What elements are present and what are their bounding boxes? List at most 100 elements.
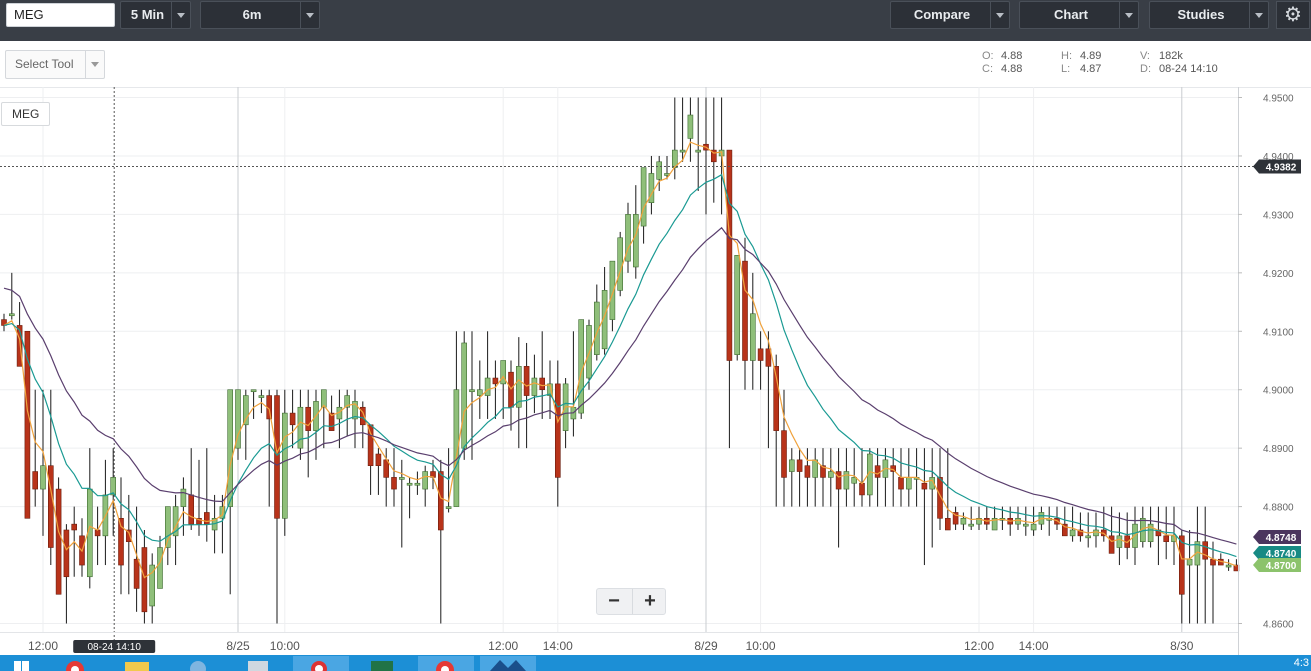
candle-up [250, 389, 257, 393]
candle-down [63, 529, 70, 578]
candle-up [531, 377, 538, 396]
volume-value: 182k [1159, 50, 1183, 62]
candle-down [921, 482, 928, 490]
price-tick-label: 4.9100 [1263, 327, 1294, 338]
system-clock: 4:3 [1293, 657, 1309, 669]
select-tool-label: Select Tool [15, 57, 74, 71]
close-label: C: [982, 63, 993, 75]
time-tick-label: 10:00 [746, 639, 776, 653]
close-value: 4.88 [1001, 63, 1023, 75]
zoom-out-button[interactable]: − [597, 589, 631, 614]
time-tick-label: 12:00 [964, 639, 994, 653]
candle-up [157, 547, 163, 589]
candle-down [1163, 535, 1169, 542]
crosshair-date-label: 08-24 14:10 [88, 642, 142, 653]
low-label: L: [1061, 63, 1071, 75]
chevron-down-icon [990, 2, 1009, 28]
time-tick-label: 8/30 [1170, 639, 1194, 653]
price-tick-label: 4.9300 [1263, 210, 1294, 221]
chrome-window-icon[interactable] [418, 656, 474, 671]
candle-up [687, 114, 694, 139]
candle-up [227, 389, 233, 507]
candle-up [640, 167, 647, 227]
paint-app-icon[interactable] [170, 656, 226, 671]
candle-up [1030, 523, 1037, 531]
chart-type-label: Chart [1054, 7, 1088, 22]
candle-up [297, 406, 304, 449]
select-tool-dropdown[interactable]: Select Tool [5, 50, 105, 79]
gear-icon[interactable]: ⚙ [1276, 1, 1310, 29]
candle-down [898, 477, 904, 490]
candle-down [874, 465, 881, 478]
candle-up [960, 517, 967, 525]
candle-up [827, 471, 834, 478]
high-value: 4.89 [1080, 50, 1102, 62]
candle-up [422, 471, 429, 490]
symbol-input[interactable]: MEG [6, 3, 115, 27]
candle-down [55, 488, 62, 595]
candle-down [859, 482, 865, 496]
zoom-controls: − + [596, 588, 666, 615]
candle-down [1108, 535, 1115, 554]
candle-down [71, 523, 77, 531]
candle-up [749, 313, 756, 361]
chart-grid [0, 87, 1238, 632]
windows-start-icon[interactable] [4, 656, 34, 671]
trading-app-icon[interactable] [480, 656, 536, 671]
price-tick-label: 4.9500 [1263, 94, 1294, 105]
candle-up [40, 465, 46, 490]
price-tick-label: 4.9200 [1263, 269, 1294, 280]
app-window-icon[interactable] [230, 656, 286, 671]
candle-down [796, 459, 803, 472]
price-tick-label: 4.8800 [1263, 503, 1294, 514]
range-label: 6m [242, 7, 262, 22]
compare-button[interactable]: Compare [890, 1, 1010, 29]
range-dropdown[interactable]: 6m [200, 1, 320, 29]
price-chart[interactable]: 4.95004.94004.93004.92004.91004.90004.89… [0, 87, 1311, 655]
time-tick-label: 12:00 [28, 639, 58, 653]
windows-taskbar: 4:3 [0, 655, 1311, 671]
opera-app-icon[interactable] [293, 656, 349, 671]
candle-down [141, 547, 148, 613]
candle-up [414, 482, 421, 486]
zoom-in-button[interactable]: + [632, 589, 667, 614]
chevron-down-icon [171, 2, 190, 28]
candle-down [133, 558, 140, 589]
candle-up [905, 477, 912, 490]
time-tick-label: 8/25 [226, 639, 250, 653]
chart-symbol-label[interactable]: MEG [1, 102, 51, 126]
time-axis: 12:00 8/25 10:00 12:00 14:00 8/29 10:00 12:00 14… [0, 632, 1238, 653]
price-tick-label: 4.8900 [1263, 444, 1294, 455]
chevron-down-icon [1119, 2, 1138, 28]
candle-down [523, 366, 530, 396]
time-tick-label: 12:00 [488, 639, 518, 653]
excel-app-icon[interactable] [355, 656, 411, 671]
high-label: H: [1061, 50, 1072, 62]
candle-up [695, 149, 702, 153]
candle-down [492, 377, 499, 385]
candle-up [632, 214, 639, 268]
chrome-app-icon[interactable] [48, 656, 104, 671]
candle-down [944, 517, 951, 531]
candle-down [1179, 535, 1185, 595]
candle-down [539, 377, 546, 391]
studies-label: Studies [1177, 7, 1225, 22]
candle-down [204, 512, 210, 525]
explorer-app-icon[interactable] [108, 656, 164, 671]
studies-button[interactable]: Studies [1149, 1, 1269, 29]
candle-up [1093, 529, 1099, 537]
candle-down [375, 453, 382, 466]
compare-label: Compare [913, 7, 971, 22]
time-tick-label: 14:00 [1019, 639, 1049, 653]
interval-dropdown[interactable]: 5 Min [120, 1, 191, 29]
chart-type-button[interactable]: Chart [1019, 1, 1139, 29]
candle-up [734, 255, 741, 355]
open-label: O: [982, 50, 994, 62]
candle-up [679, 149, 686, 153]
date-label: D: [1140, 63, 1151, 75]
candle-up [469, 389, 475, 393]
candle-up [258, 395, 265, 398]
candle-up [445, 506, 452, 509]
time-tick-label: 8/29 [694, 639, 718, 653]
candle-up [968, 523, 975, 527]
